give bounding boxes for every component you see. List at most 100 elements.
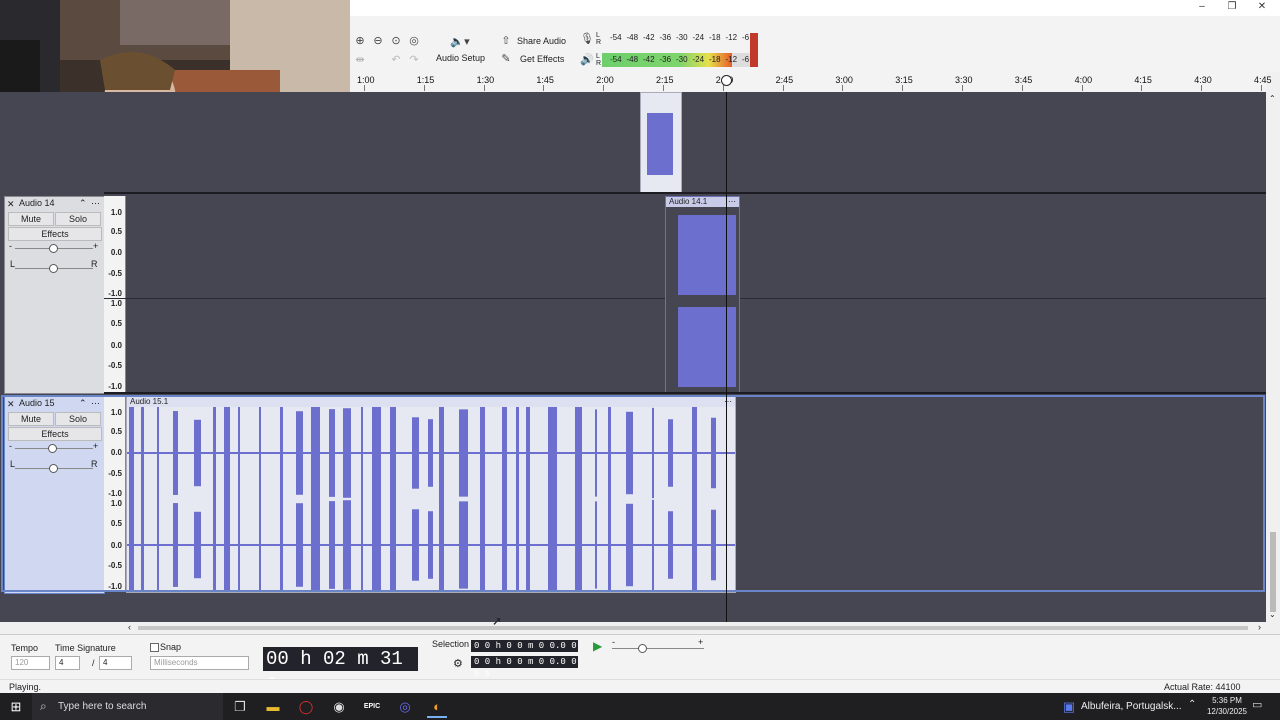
meter-scale-label: -6 (742, 55, 750, 64)
pan-slider-thumb[interactable] (49, 264, 58, 273)
selection-end-field[interactable]: 0 0 h 0 0 m 0 0.0 0 0 s (471, 656, 578, 679)
audio-setup-icon[interactable]: 🔈▾ (448, 34, 472, 50)
audio-clip-audio-14-1[interactable]: Audio 14.1 ⋯ (665, 196, 740, 393)
taskbar-search-box[interactable]: ⌕ Type here to search (32, 693, 223, 720)
effects-button[interactable]: Effects (8, 427, 102, 441)
clip-menu-icon[interactable]: ⋯ (728, 197, 736, 207)
track-menu-icon[interactable]: ⋯ (91, 198, 100, 209)
pan-slider-thumb[interactable] (49, 464, 58, 473)
audio-setup-button[interactable]: Audio Setup (436, 53, 485, 63)
share-audio-button[interactable]: Share Audio (517, 36, 566, 46)
timeline-ruler[interactable]: 1:001:151:301:452:002:152:302:453:003:15… (350, 72, 1272, 93)
audio-clip-partial[interactable] (640, 92, 682, 193)
snap-unit-select[interactable]: Milliseconds (150, 656, 249, 670)
zoom-out-icon[interactable]: ⊖ (370, 33, 386, 49)
snap-checkbox[interactable] (150, 643, 159, 652)
restore-button[interactable]: ❐ (1217, 0, 1247, 16)
track-name[interactable]: Audio 14 (19, 198, 55, 208)
tempo-input[interactable]: 120 (11, 656, 50, 670)
mute-button[interactable]: Mute (8, 412, 54, 426)
meter-scale-label: -6 (742, 33, 750, 42)
vertical-scrollbar[interactable]: ⌃ ⌄ (1266, 92, 1280, 622)
audio-clip-audio-15-1[interactable]: Audio 15.1 ⋯ (126, 396, 736, 593)
title-bar: – ❐ ✕ (350, 0, 1280, 16)
minimize-button[interactable]: – (1187, 0, 1217, 16)
scroll-left-icon[interactable]: ‹ (128, 622, 131, 632)
collapse-track-icon[interactable]: ⌃ (79, 198, 87, 209)
ruler-tick-mark (423, 85, 425, 91)
close-button[interactable]: ✕ (1247, 0, 1277, 16)
playback-meter[interactable]: -54 -48 -42 -36 -30 -24 -18 -12 -6 (602, 53, 750, 67)
epic-games-icon[interactable]: EPIC (362, 697, 382, 716)
ruler-tick-label: 4:30 (1194, 75, 1212, 85)
vertical-ruler-audio-15: 1.0 0.5 0.0 -0.5 -1.0 1.0 0.5 0.0 -0.5 -… (104, 396, 126, 592)
ruler-tick-label: 3:30 (955, 75, 973, 85)
close-track-icon[interactable]: ✕ (7, 199, 15, 210)
track-partial-top (104, 92, 1266, 192)
playback-speed-thumb[interactable] (638, 644, 647, 653)
undo-icon[interactable]: ↶ (388, 52, 404, 68)
track-name[interactable]: Audio 15 (19, 398, 55, 408)
microphone-icon[interactable]: 🎙 (579, 31, 595, 47)
solo-button[interactable]: Solo (55, 212, 101, 226)
horizontal-scrollbar[interactable]: ‹ › (126, 622, 1266, 634)
file-explorer-icon[interactable]: ▬ (263, 697, 283, 716)
clock-time[interactable]: 5:36 PM (1206, 696, 1248, 705)
vertical-ruler-audio-14: 1.0 0.5 0.0 -0.5 -1.0 1.0 0.5 0.0 -0.5 -… (104, 196, 126, 392)
ruler-tick-label: 3:45 (1014, 75, 1033, 85)
selection-start-field[interactable]: 0 0 h 0 0 m 0 0.0 0 0 s (471, 640, 578, 663)
speaker-icon[interactable]: 🔊 (579, 52, 595, 68)
ruler-tick-label: 3:00 (835, 75, 853, 85)
playback-speed-slider[interactable] (612, 648, 704, 649)
scroll-down-icon[interactable]: ⌄ (1269, 610, 1276, 619)
effects-button[interactable]: Effects (8, 227, 102, 241)
audacity-icon[interactable]: ◐ (427, 697, 447, 718)
tray-chevron-icon[interactable]: ⌃ (1188, 699, 1196, 710)
playhead-marker-icon[interactable] (721, 75, 732, 86)
waveform (127, 407, 735, 592)
track-menu-icon[interactable]: ⋯ (91, 398, 100, 409)
redo-icon[interactable]: ↷ (406, 52, 422, 68)
track-control-panel-audio-15: ✕ Audio 15 ⌃ ⋯ Mute Solo Effects - + L R (4, 396, 105, 594)
weather-text[interactable]: Albufeira, Portugalsk... (1081, 701, 1182, 712)
notifications-icon[interactable]: ▭ (1252, 698, 1262, 711)
meter-clip-indicator[interactable] (750, 33, 758, 67)
clip-header[interactable]: Audio 15.1 ⋯ (127, 397, 735, 407)
trim-icon[interactable]: ⇹ (352, 52, 368, 68)
solo-button[interactable]: Solo (55, 412, 101, 426)
get-effects-button[interactable]: Get Effects (520, 54, 564, 64)
scroll-right-icon[interactable]: › (1258, 622, 1261, 632)
track-control-panel-audio-14: ✕ Audio 14 ⌃ ⋯ Mute Solo Effects - + L R (4, 196, 105, 394)
windows-start-icon[interactable]: ⊞ (6, 697, 26, 716)
selection-settings-icon[interactable]: ⚙ (453, 657, 463, 670)
close-track-icon[interactable]: ✕ (7, 399, 15, 410)
play-at-speed-icon[interactable]: ▶ (593, 639, 602, 653)
opera-icon[interactable]: ◯ (296, 697, 316, 716)
zoom-selection-icon[interactable]: ⊙ (388, 33, 404, 49)
time-signature-label: Time Signature (55, 643, 116, 653)
mute-button[interactable]: Mute (8, 212, 54, 226)
meter-scale-label: -54 (610, 55, 622, 64)
collapse-track-icon[interactable]: ⌃ (79, 398, 87, 409)
ruler-tick-mark (1261, 85, 1262, 91)
chrome-icon[interactable]: ◉ (329, 697, 349, 716)
tracks-area[interactable]: ✕ Audio 14 ⌃ ⋯ Mute Solo Effects - + L R… (0, 92, 1266, 622)
clip-header[interactable]: Audio 14.1 ⋯ (666, 197, 739, 207)
zoom-fit-icon[interactable]: ◎ (406, 33, 422, 49)
time-signature-denominator[interactable]: 4 (99, 656, 132, 670)
record-meter[interactable]: -54 -48 -42 -36 -30 -24 -18 -12 -6 (602, 33, 750, 44)
ruler-tick-mark (603, 85, 605, 91)
time-display[interactable]: 00 h 02 m 31 s (263, 647, 418, 694)
actual-rate-text: Actual Rate: 44100 (1164, 682, 1241, 692)
time-signature-numerator[interactable]: 4 (55, 656, 80, 670)
ruler-tick-mark (1141, 85, 1143, 91)
vertical-scroll-thumb[interactable] (1270, 532, 1276, 612)
scroll-up-icon[interactable]: ⌃ (1269, 94, 1276, 103)
horizontal-scroll-thumb[interactable] (138, 626, 1248, 630)
zoom-in-icon[interactable]: ⊕ (352, 33, 368, 49)
task-view-icon[interactable]: ❐ (230, 697, 250, 716)
gain-slider-thumb[interactable] (48, 444, 57, 453)
clock-date[interactable]: 12/30/2025 (1204, 707, 1250, 716)
gain-slider-thumb[interactable] (49, 244, 58, 253)
obs-icon[interactable]: ◎ (395, 697, 415, 716)
